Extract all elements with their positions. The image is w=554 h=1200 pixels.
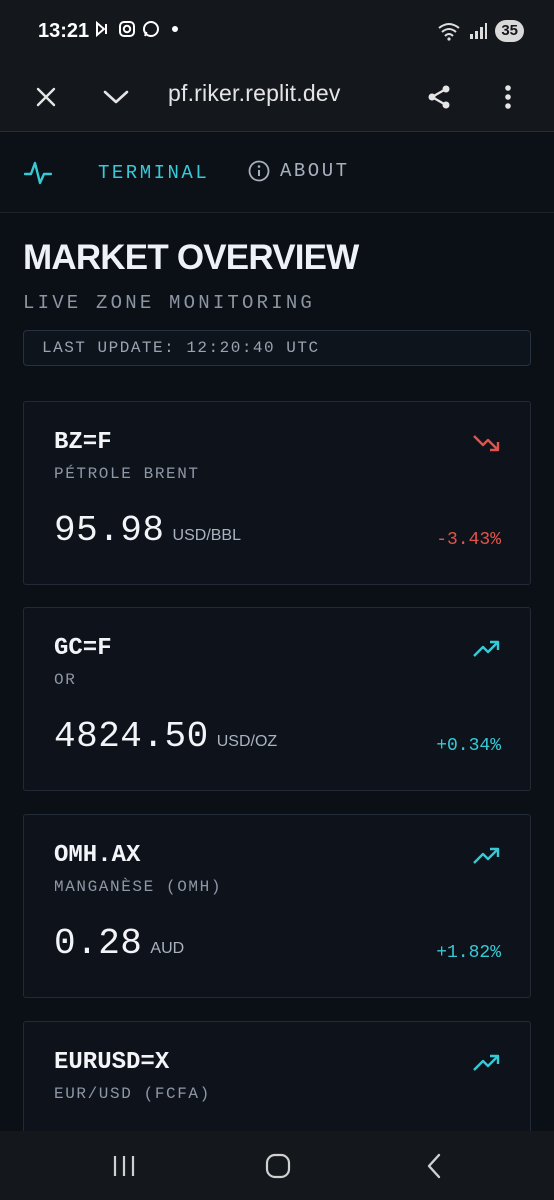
status-bar: 13:21 35	[0, 0, 554, 62]
signal-icon	[470, 23, 488, 39]
ticker-symbol: GC=F	[54, 635, 112, 662]
recent-apps-icon	[113, 1156, 135, 1176]
nav-about-label: ABOUT	[280, 160, 350, 182]
price-row: 4824.50 USD/OZ	[54, 716, 277, 757]
price-value: 4824.50	[54, 716, 209, 757]
price-value: 95.98	[54, 510, 165, 551]
price-row: 95.98 USD/BBL	[54, 510, 241, 551]
notification-icons	[94, 20, 178, 38]
back-icon	[427, 1153, 441, 1179]
nav-tab-terminal[interactable]: TERMINAL	[98, 162, 209, 184]
instagram-icon	[119, 21, 135, 37]
battery-badge: 35	[495, 20, 524, 42]
trending-up-icon	[473, 1054, 500, 1071]
whatsapp-icon	[143, 21, 159, 37]
ticker-symbol: OMH.AX	[54, 842, 141, 869]
change-percent: -3.43%	[436, 530, 501, 550]
price-row: 0.28 AUD	[54, 923, 184, 964]
home-button[interactable]	[262, 1153, 294, 1179]
back-button[interactable]	[418, 1153, 450, 1179]
chevron-down-icon	[103, 90, 129, 104]
trending-down-icon	[473, 435, 500, 452]
pulse-logo-icon[interactable]	[24, 159, 52, 187]
last-update-text: LAST UPDATE: 12:20:40 UTC	[42, 339, 320, 357]
asset-name: OR	[54, 671, 77, 689]
market-card[interactable]: OMH.AX MANGANÈSE (OMH) 0.28 AUD +1.82%	[23, 814, 531, 998]
collapse-button[interactable]	[95, 76, 137, 118]
trending-up-icon	[473, 640, 500, 657]
market-card[interactable]: GC=F OR 4824.50 USD/OZ +0.34%	[23, 607, 531, 791]
notification-dot-icon	[172, 26, 178, 32]
page-title: MARKET OVERVIEW	[23, 238, 359, 277]
more-vert-icon	[505, 85, 511, 109]
ticker-symbol: BZ=F	[54, 429, 112, 456]
wifi-icon	[438, 23, 460, 41]
ticker-symbol: EURUSD=X	[54, 1049, 170, 1076]
price-unit: USD/OZ	[216, 733, 278, 750]
close-tab-button[interactable]	[25, 76, 67, 118]
price-unit: USD/BBL	[172, 527, 241, 544]
media-icon	[96, 20, 107, 38]
recent-apps-button[interactable]	[108, 1153, 140, 1179]
price-unit: AUD	[150, 940, 185, 957]
trending-up-icon	[473, 847, 500, 864]
app-nav: TERMINAL ABOUT	[0, 133, 554, 213]
info-icon	[248, 160, 270, 182]
status-time: 13:21	[38, 20, 90, 42]
share-button[interactable]	[418, 76, 460, 118]
asset-name: EUR/USD (FCFA)	[54, 1085, 211, 1103]
page-subtitle: LIVE ZONE MONITORING	[23, 292, 316, 314]
change-percent: +0.34%	[436, 736, 501, 756]
market-card[interactable]: BZ=F PÉTROLE BRENT 95.98 USD/BBL -3.43%	[23, 401, 531, 585]
close-icon	[36, 87, 56, 107]
nav-tab-about[interactable]: ABOUT	[248, 160, 350, 182]
asset-name: MANGANÈSE (OMH)	[54, 878, 223, 896]
share-icon	[428, 85, 450, 109]
change-percent: +1.82%	[436, 943, 501, 963]
more-options-button[interactable]	[487, 76, 529, 118]
system-status: 35	[437, 20, 524, 42]
last-update-badge: LAST UPDATE: 12:20:40 UTC	[23, 330, 531, 366]
home-icon	[265, 1153, 291, 1179]
browser-toolbar: pf.riker.replit.dev	[0, 62, 554, 132]
asset-name: PÉTROLE BRENT	[54, 465, 200, 483]
price-value: 0.28	[54, 923, 143, 964]
system-nav-bar	[0, 1131, 554, 1200]
url-bar[interactable]: pf.riker.replit.dev	[168, 80, 341, 107]
